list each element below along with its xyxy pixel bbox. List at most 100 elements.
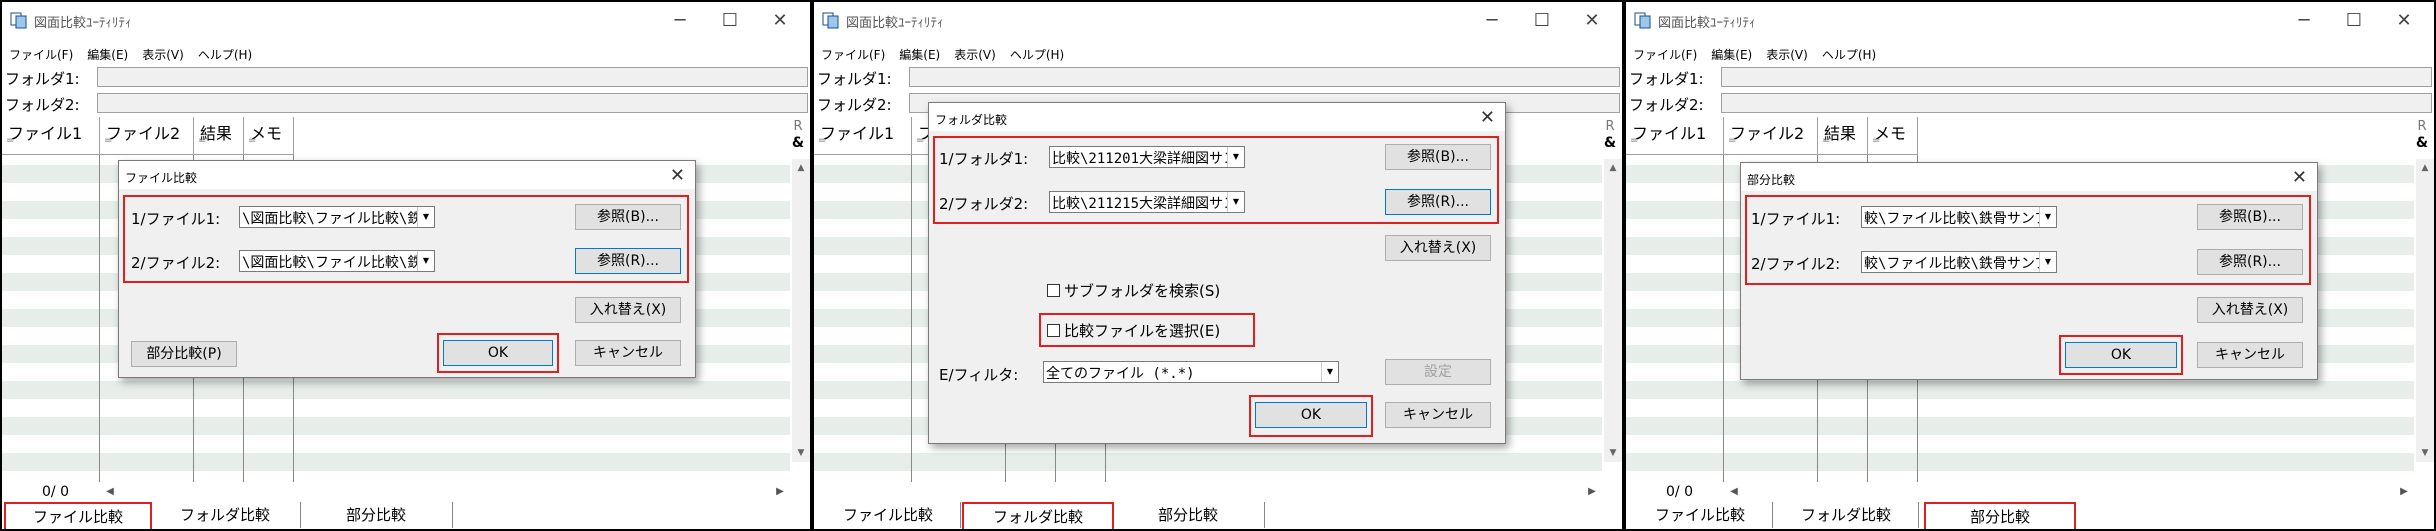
dialog-close-icon[interactable]: ✕ [2292, 167, 2307, 188]
column-file2[interactable]: ファイル2= [100, 117, 194, 155]
browse1-button[interactable]: 参照(B)... [2197, 204, 2303, 230]
file2-combo[interactable]: \図面比較\ファイル比較\鉄骨2.tdf▼ [239, 250, 435, 272]
column-file1[interactable]: ファイル1 = [1626, 117, 1724, 155]
folder1-field[interactable] [97, 67, 808, 87]
column-file2[interactable]: ファイル2= [1724, 117, 1818, 155]
scroll-left-icon[interactable]: ◀ [1726, 484, 1742, 500]
scroll-down-icon[interactable]: ▼ [2416, 444, 2434, 462]
browse2-button[interactable]: 参照(R)... [575, 248, 681, 274]
partial-compare-button[interactable]: 部分比較(P) [131, 341, 237, 367]
menu-edit[interactable]: 編集(E) [892, 42, 947, 63]
menu-help[interactable]: ヘルプ(H) [191, 42, 259, 63]
folder2-label: フォルダ2: [1629, 96, 1704, 114]
tab-bar: ファイル比較 フォルダ比較 部分比較 [814, 502, 1622, 529]
tab-partial-compare[interactable]: 部分比較 [300, 502, 453, 528]
column-memo[interactable]: メモ= [244, 117, 294, 155]
file2-combo[interactable]: 較\ファイル比較\鉄骨サンプル.tdf▼ [1861, 251, 2057, 273]
filter-combo[interactable]: 全てのファイル (*.*) ▼ [1043, 361, 1339, 383]
column-result[interactable]: 結果= [194, 117, 244, 155]
chevron-down-icon: ▼ [1227, 192, 1244, 212]
app-title: 図面比較ﾕｰﾃｨﾘﾃｨ [34, 16, 132, 31]
tab-file-compare[interactable]: ファイル比較 [816, 502, 961, 528]
menu-view[interactable]: 表示(V) [1759, 42, 1815, 63]
scroll-up-icon[interactable]: ▲ [2416, 159, 2434, 177]
window-file-compare: 図面比較ﾕｰﾃｨﾘﾃｨ ─ ☐ ✕ ファイル(F) 編集(E) 表示(V) ヘルプ(H… [0, 0, 812, 531]
column-result[interactable]: 結果= [1818, 117, 1868, 155]
ok-button[interactable]: OK [1255, 402, 1367, 428]
cancel-button[interactable]: キャンセル [575, 340, 681, 366]
tab-folder-compare[interactable]: フォルダ比較 [962, 502, 1114, 529]
scroll-right-icon[interactable]: ▶ [2396, 484, 2412, 500]
scroll-down-icon[interactable]: ▼ [792, 444, 810, 462]
scroll-up-icon[interactable]: ▲ [792, 159, 810, 177]
menu-bar: ファイル(F) 編集(E) 表示(V) ヘルプ(H) [1626, 42, 2434, 64]
close-icon[interactable]: ✕ [760, 8, 800, 34]
dialog-close-icon[interactable]: ✕ [670, 165, 685, 186]
column-memo[interactable]: メモ= [1868, 117, 1918, 155]
browse1-button[interactable]: 参照(B)... [575, 204, 681, 230]
menu-view[interactable]: 表示(V) [135, 42, 191, 63]
dialog-close-icon[interactable]: ✕ [1480, 107, 1495, 128]
scroll-left-icon[interactable]: ◀ [102, 484, 118, 500]
cancel-button[interactable]: キャンセル [2197, 342, 2303, 368]
maximize-icon[interactable]: ☐ [710, 8, 750, 34]
folder1-label: フォルダ1: [1629, 70, 1704, 88]
scroll-right-icon[interactable]: ▶ [772, 484, 788, 500]
minimize-icon[interactable]: ─ [660, 8, 700, 34]
folder1-field[interactable] [909, 67, 1620, 87]
menu-view[interactable]: 表示(V) [947, 42, 1003, 63]
file2-label: 2/ファイル2: [131, 254, 221, 272]
ok-button[interactable]: OK [2065, 342, 2177, 368]
ok-button[interactable]: OK [443, 340, 553, 366]
scroll-down-icon[interactable]: ▼ [1604, 444, 1622, 462]
app-icon [822, 12, 839, 29]
vertical-scrollbar[interactable]: ▲ ▼ [2416, 159, 2434, 462]
minimize-icon[interactable]: ─ [2284, 8, 2324, 34]
swap-button[interactable]: 入れ替え(X) [1385, 235, 1491, 261]
folder2-combo[interactable]: 比較\211215大梁詳細図サンプル.SUB▼ [1049, 191, 1245, 213]
browse1-button[interactable]: 参照(B)... [1385, 144, 1491, 170]
menu-help[interactable]: ヘルプ(H) [1003, 42, 1071, 63]
file-counter: 0/ 0 [42, 484, 69, 500]
scroll-right-icon[interactable]: ▶ [1584, 484, 1600, 500]
vertical-scrollbar[interactable]: ▲ ▼ [1604, 159, 1622, 462]
tab-file-compare[interactable]: ファイル比較 [1628, 502, 1773, 528]
tab-file-compare[interactable]: ファイル比較 [4, 502, 152, 529]
folder2-row: フォルダ2: [2, 91, 810, 115]
maximize-icon[interactable]: ☐ [2334, 8, 2374, 34]
tab-folder-compare[interactable]: フォルダ比較 [1774, 502, 1919, 528]
folder2-field[interactable] [97, 93, 808, 113]
swap-button[interactable]: 入れ替え(X) [575, 297, 681, 323]
scroll-up-icon[interactable]: ▲ [1604, 159, 1622, 177]
maximize-icon[interactable]: ☐ [1522, 8, 1562, 34]
menu-bar: ファイル(F) 編集(E) 表示(V) ヘルプ(H) [814, 42, 1622, 64]
filter-settings-button[interactable]: 設定 [1385, 359, 1491, 385]
select-files-checkbox[interactable]: 比較ファイルを選択(E) [1047, 320, 1220, 341]
folder1-field[interactable] [1721, 67, 2432, 87]
vertical-scrollbar[interactable]: ▲ ▼ [792, 159, 810, 462]
folder1-combo[interactable]: 比較\211201大梁詳細図サンプル.SUB▼ [1049, 146, 1245, 168]
browse2-button[interactable]: 参照(R)... [2197, 249, 2303, 275]
column-file1[interactable]: ファイル1 = [2, 117, 100, 155]
file-counter: 0/ 0 [1666, 484, 1693, 500]
tab-folder-compare[interactable]: フォルダ比較 [150, 502, 301, 528]
menu-file[interactable]: ファイル(F) [2, 42, 80, 63]
swap-button[interactable]: 入れ替え(X) [2197, 297, 2303, 323]
minimize-icon[interactable]: ─ [1472, 8, 1512, 34]
close-icon[interactable]: ✕ [1572, 8, 1612, 34]
menu-edit[interactable]: 編集(E) [80, 42, 135, 63]
menu-file[interactable]: ファイル(F) [1626, 42, 1704, 63]
tab-partial-compare[interactable]: 部分比較 [1924, 502, 2076, 529]
tab-partial-compare[interactable]: 部分比較 [1112, 502, 1265, 528]
menu-file[interactable]: ファイル(F) [814, 42, 892, 63]
menu-edit[interactable]: 編集(E) [1704, 42, 1759, 63]
cancel-button[interactable]: キャンセル [1385, 402, 1491, 428]
browse2-button[interactable]: 参照(R)... [1385, 189, 1491, 215]
close-icon[interactable]: ✕ [2384, 8, 2424, 34]
column-file1[interactable]: ファイル1 = [814, 117, 912, 155]
folder2-field[interactable] [1721, 93, 2432, 113]
menu-help[interactable]: ヘルプ(H) [1815, 42, 1883, 63]
file1-combo[interactable]: \図面比較\ファイル比較\鉄骨1.tdf▼ [239, 206, 435, 228]
file1-combo[interactable]: 較\ファイル比較\鉄骨サンプル.tdf▼ [1861, 206, 2057, 228]
subfolder-checkbox[interactable]: サブフォルダを検索(S) [1047, 280, 1220, 301]
